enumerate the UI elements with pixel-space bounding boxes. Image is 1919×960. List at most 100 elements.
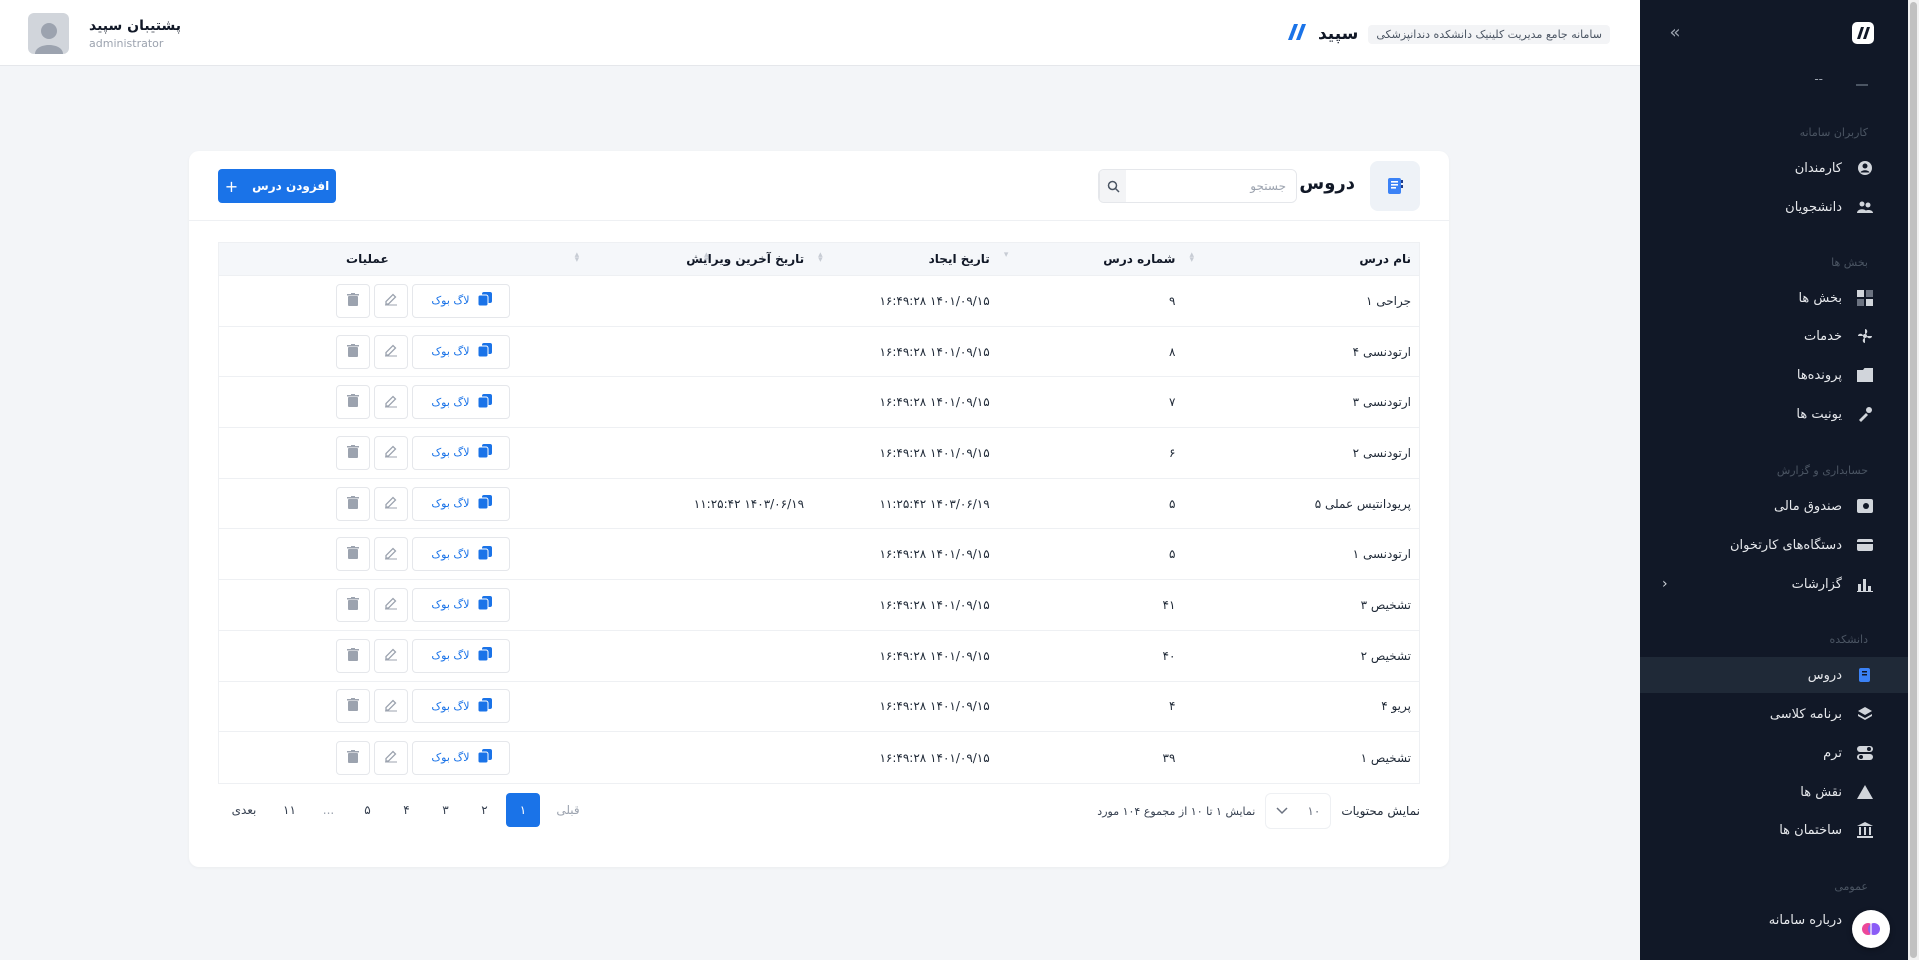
sidebar-item-departments[interactable]: بخش ها [1640, 280, 1908, 316]
logo-icon[interactable] [1852, 22, 1874, 44]
pagination-next[interactable]: بعدی [218, 793, 270, 827]
search-input[interactable] [1126, 170, 1296, 202]
pagination-prev[interactable]: قبلی [542, 793, 594, 827]
table-row: ارتودنسی ۲ ۶ ۱۴۰۱/۰۹/۱۵ ۱۶:۴۹:۲۸ لاگ بوک [219, 428, 1419, 479]
delete-button[interactable] [336, 638, 371, 673]
logbook-button[interactable]: لاگ بوک [412, 334, 511, 369]
logbook-button[interactable]: لاگ بوک [412, 587, 511, 622]
add-course-button[interactable]: افزودن درس + [218, 169, 336, 203]
sort-icon[interactable]: ▾ [1004, 251, 1009, 260]
sort-icon[interactable]: ▴ ▾ [818, 251, 823, 265]
brand-logo-icon[interactable] [1284, 20, 1308, 48]
logbook-button[interactable]: لاگ بوک [412, 385, 511, 420]
delete-button[interactable] [336, 385, 371, 420]
course-name: جراحی ۱ [1365, 293, 1411, 308]
actions-group: لاگ بوک [336, 486, 560, 521]
logbook-button[interactable]: لاگ بوک [412, 638, 511, 673]
sidebar-item-students[interactable]: دانشجویان [1640, 189, 1908, 225]
chevron-left-icon[interactable]: ‹ [1662, 576, 1668, 592]
sort-icon[interactable]: ▴ ▾ [704, 251, 709, 265]
assistant-brain-icon[interactable] [1852, 910, 1890, 948]
sidebar-user: -- [1814, 72, 1823, 86]
fan-icon [1856, 327, 1874, 345]
page-scrollbar[interactable] [1908, 0, 1919, 960]
sidebar-item-files[interactable]: پرونده‌ها [1640, 357, 1908, 393]
sidebar-item-staff[interactable]: کارمندان [1640, 150, 1908, 186]
edit-button[interactable] [374, 740, 409, 775]
sidebar-item-reports[interactable]: گزارشات ‹ [1640, 566, 1908, 602]
edit-button[interactable] [374, 486, 409, 521]
pagination-page[interactable]: ۲ [465, 793, 504, 827]
sidebar-item-units[interactable]: یونیت ها [1640, 396, 1908, 432]
bar-chart-icon [1856, 575, 1874, 593]
sidebar-item-class-schedule[interactable]: برنامه کلاسی [1640, 696, 1908, 732]
sidebar-item-card-readers[interactable]: دستگاه‌های کارتخوان [1640, 527, 1908, 563]
sidebar-item-services[interactable]: خدمات [1640, 318, 1908, 354]
th-number[interactable]: شماره درس ▾ [998, 243, 1184, 275]
delete-button[interactable] [336, 334, 371, 369]
th-name[interactable]: نام درس ▴ ▾ [1183, 243, 1419, 275]
trash-icon [347, 647, 360, 664]
logbook-button[interactable]: لاگ بوک [412, 435, 511, 470]
course-number: ۴ [1168, 699, 1176, 714]
created-date: ۱۴۰۱/۰۹/۱۵ ۱۶:۴۹:۲۸ [879, 445, 990, 460]
row-actions: لاگ بوک [219, 283, 568, 318]
edit-button[interactable] [374, 638, 409, 673]
edit-button[interactable] [374, 435, 409, 470]
pagination-page[interactable]: ۳ [426, 793, 465, 827]
delete-button[interactable] [336, 486, 371, 521]
copy-icon [477, 647, 492, 664]
sidebar-item-cashbox[interactable]: صندوق مالی [1640, 488, 1908, 524]
user-menu[interactable]: پشتیبان سپید administrator [28, 13, 181, 54]
sort-icon[interactable]: ▴ ▾ [575, 251, 580, 265]
trash-icon [347, 596, 360, 613]
pagination-page[interactable]: ۱۱ [270, 793, 309, 827]
row-actions: لاگ بوک [219, 334, 568, 369]
page-size-select[interactable]: ۱۰ [1265, 793, 1332, 829]
course-name: ارتودنسی ۴ [1352, 344, 1411, 359]
sidebar-item-buildings[interactable]: ساختمان ها [1640, 812, 1908, 848]
copy-icon [477, 393, 492, 411]
delete-button[interactable] [336, 537, 371, 572]
avatar[interactable] [28, 13, 69, 54]
sidebar-item-term[interactable]: ترم [1640, 735, 1908, 771]
plus-icon: + [224, 176, 239, 196]
th-created[interactable]: تاریخ ایجاد ▴ ▾ [812, 243, 998, 275]
folder-icon [1856, 366, 1874, 384]
edit-button[interactable] [374, 537, 409, 572]
edit-icon [384, 343, 398, 360]
edit-icon [384, 394, 398, 411]
edit-button[interactable] [374, 334, 409, 369]
pagination-page[interactable]: ۵ [348, 793, 387, 827]
brand: سامانه جامع مدیریت کلینیک دانشکده دندانپ… [1284, 20, 1610, 48]
th-updated[interactable]: تاریخ آخرین ویرایش ▴ ▾ [569, 243, 813, 275]
logbook-button[interactable]: لاگ بوک [412, 689, 511, 724]
delete-button[interactable] [336, 740, 371, 775]
logbook-button[interactable]: لاگ بوک [412, 537, 511, 572]
sort-icon[interactable]: ▴ ▾ [1189, 251, 1194, 265]
pagination-page[interactable]: ۱ [506, 793, 540, 827]
delete-button[interactable] [336, 435, 371, 470]
edit-button[interactable] [374, 283, 409, 318]
sidebar-item-courses[interactable]: دروس [1640, 657, 1908, 693]
sidebar-item-roles[interactable]: نقش ها [1640, 774, 1908, 810]
delete-button[interactable] [336, 283, 371, 318]
delete-button[interactable] [336, 587, 371, 622]
table-body: جراحی ۱ ۹ ۱۴۰۱/۰۹/۱۵ ۱۶:۴۹:۲۸ لاگ بوک ار… [219, 276, 1419, 783]
search-icon[interactable] [1099, 170, 1126, 202]
copy-icon [477, 444, 492, 461]
scrollbar-thumb[interactable] [1910, 2, 1917, 958]
course-name: تشخیص ۱ [1360, 750, 1411, 765]
pagination-page[interactable]: ۴ [387, 793, 426, 827]
logbook-button[interactable]: لاگ بوک [412, 486, 511, 521]
edit-icon [384, 749, 398, 766]
edit-button[interactable] [374, 385, 409, 420]
course-name: تشخیص ۳ [1360, 597, 1411, 612]
user-name: پشتیبان سپید [89, 17, 182, 34]
edit-button[interactable] [374, 689, 409, 724]
edit-button[interactable] [374, 587, 409, 622]
delete-button[interactable] [336, 689, 371, 724]
logbook-button[interactable]: لاگ بوک [412, 740, 511, 775]
logbook-button[interactable]: لاگ بوک [412, 283, 511, 318]
collapse-sidebar-icon[interactable]: » [1664, 22, 1686, 44]
